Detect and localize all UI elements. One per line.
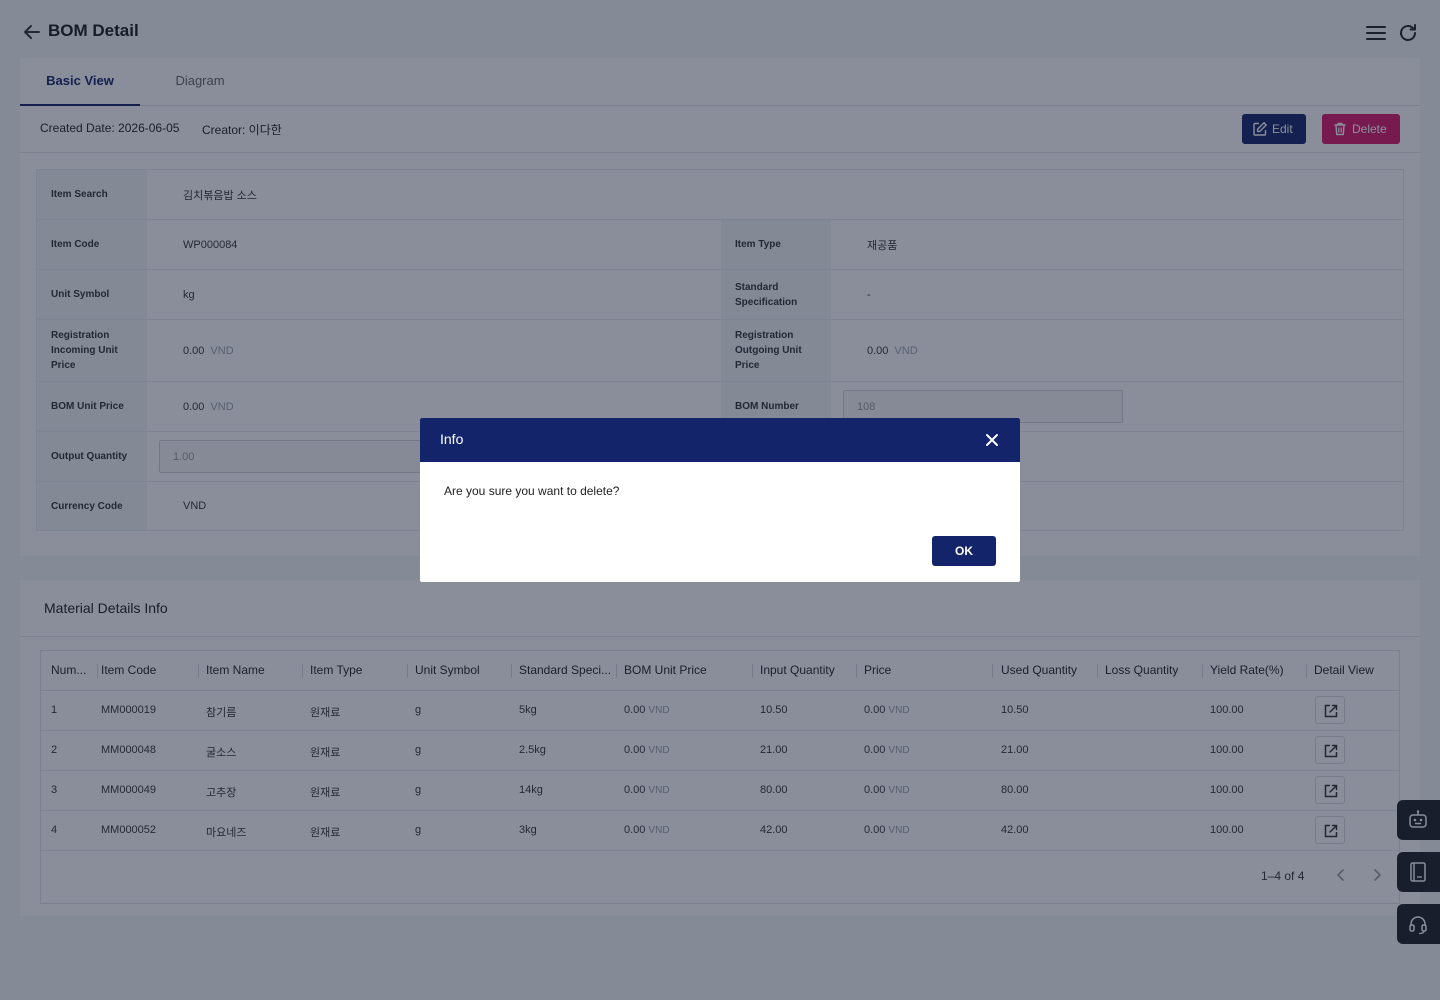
close-icon[interactable]	[982, 430, 1002, 450]
dialog-message: Are you sure you want to delete?	[444, 484, 620, 498]
dialog-title: Info	[440, 431, 464, 447]
dialog-header: Info	[420, 418, 1020, 462]
ok-button[interactable]: OK	[932, 536, 996, 566]
info-dialog: Info Are you sure you want to delete? OK	[420, 418, 1020, 582]
